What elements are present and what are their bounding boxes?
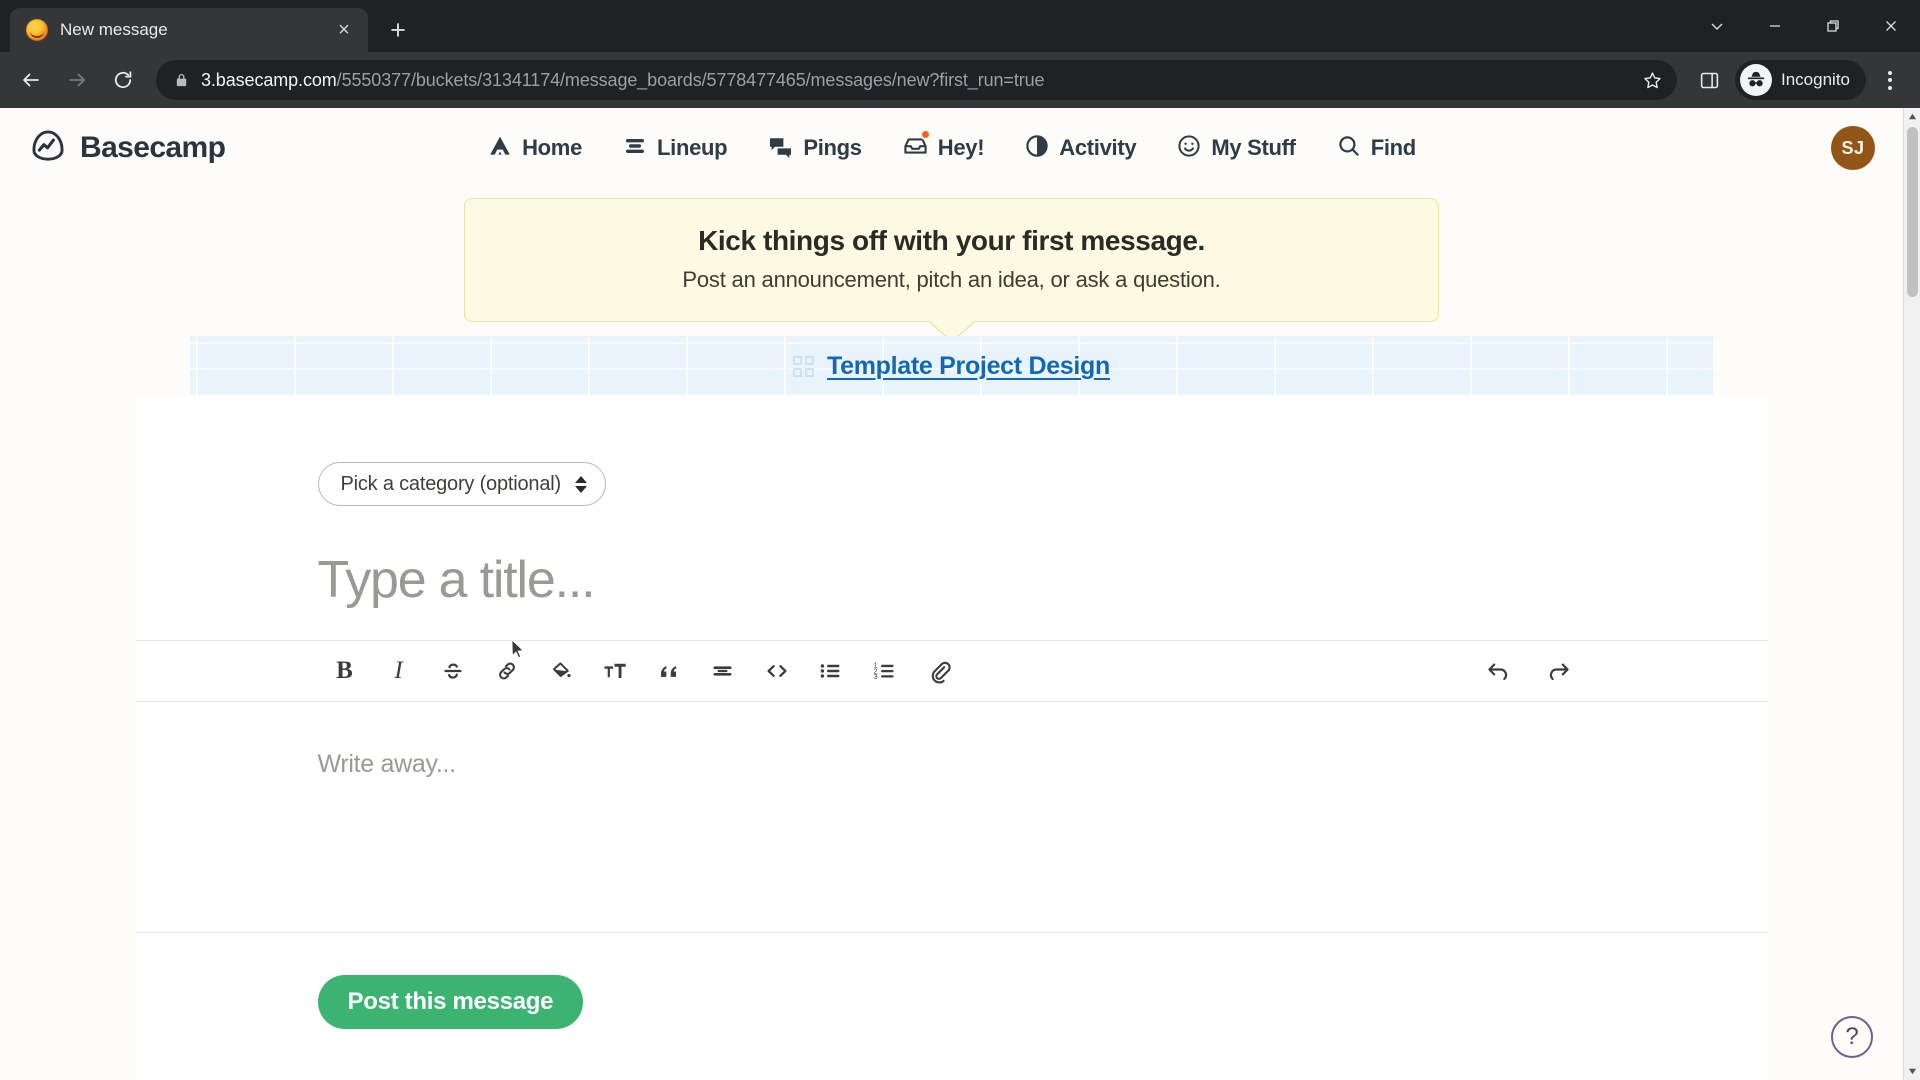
composer-header: Pick a category (optional) Type a title.… xyxy=(136,396,1768,640)
undo-button[interactable] xyxy=(1472,647,1526,695)
italic-button[interactable]: I xyxy=(372,647,426,695)
first-message-callout: Kick things off with your first message.… xyxy=(464,198,1439,322)
callout-subtitle: Post an announcement, pitch an idea, or … xyxy=(682,267,1221,292)
help-button[interactable]: ? xyxy=(1831,1016,1873,1058)
browser-tab[interactable]: New message × xyxy=(10,8,368,52)
strikethrough-button[interactable] xyxy=(426,647,480,695)
lineup-bars-icon xyxy=(622,133,648,164)
category-select-label: Pick a category (optional) xyxy=(340,472,562,495)
composer-footer: Post this message xyxy=(135,932,1768,1069)
hey-notification-badge xyxy=(919,128,931,140)
heading-button[interactable] xyxy=(588,647,642,695)
nav-item-my-stuff[interactable]: My Stuff xyxy=(1174,127,1297,170)
profile-chip[interactable]: Incognito xyxy=(1735,60,1866,100)
scrollbar-thumb[interactable] xyxy=(1906,127,1918,297)
address-bar[interactable]: 3.basecamp.com/5550377/buckets/31341174/… xyxy=(156,60,1677,100)
window-controls xyxy=(1688,0,1920,52)
search-icon xyxy=(1336,133,1362,164)
nav-item-find[interactable]: Find xyxy=(1334,127,1418,170)
url-text: 3.basecamp.com/5550377/buckets/31341174/… xyxy=(201,70,1630,91)
app-navbar: Basecamp Home Lineup Pings Hey! Activity… xyxy=(0,108,1903,188)
body-input[interactable]: Write away... xyxy=(136,702,1768,912)
category-select[interactable]: Pick a category (optional) xyxy=(317,462,606,506)
new-tab-button[interactable]: + xyxy=(378,10,418,50)
tab-title: New message xyxy=(60,20,168,39)
composer-wrap: Pick a category (optional) Type a title.… xyxy=(0,396,1903,1080)
body-placeholder: Write away... xyxy=(317,750,457,778)
nav-item-home[interactable]: Home xyxy=(485,127,584,170)
attach-button[interactable] xyxy=(912,647,966,695)
nav-item-label: Activity xyxy=(1059,135,1137,160)
nav-item-label: Hey! xyxy=(937,135,985,160)
up-down-stepper-icon xyxy=(574,475,587,493)
app-nav-items: Home Lineup Pings Hey! Activity My Stuff… xyxy=(0,127,1903,170)
divider-button[interactable] xyxy=(696,647,750,695)
avatar[interactable]: SJ xyxy=(1831,126,1875,170)
first-message-callout-wrap: Kick things off with your first message.… xyxy=(0,198,1903,322)
editor-toolbar: B I 1 2 3 xyxy=(135,640,1768,702)
grid-squares-icon xyxy=(793,355,814,377)
basecamp-favicon-icon xyxy=(26,19,48,41)
nav-item-activity[interactable]: Activity xyxy=(1022,127,1138,170)
half-circle-icon xyxy=(1024,133,1050,164)
star-icon[interactable] xyxy=(1642,70,1663,91)
bold-button[interactable]: B xyxy=(318,647,372,695)
band-fade-right xyxy=(1713,336,1903,396)
post-message-button[interactable]: Post this message xyxy=(317,975,584,1029)
numbered-list-button[interactable]: 1 2 3 xyxy=(858,647,912,695)
basecamp-logo-icon xyxy=(28,126,68,171)
message-composer: Pick a category (optional) Type a title.… xyxy=(135,396,1768,1080)
reload-button[interactable] xyxy=(102,59,144,101)
close-window-icon[interactable] xyxy=(1862,0,1920,52)
nav-item-pings[interactable]: Pings xyxy=(765,127,863,170)
project-link[interactable]: Template Project Design xyxy=(793,352,1110,381)
incognito-icon xyxy=(1740,64,1772,96)
project-header-band: Template Project Design xyxy=(0,336,1903,396)
project-name: Template Project Design xyxy=(827,351,1110,380)
lock-icon xyxy=(174,73,189,88)
nav-item-label: Pings xyxy=(803,135,862,160)
close-tab-icon[interactable]: × xyxy=(330,16,358,44)
highlight-button[interactable] xyxy=(534,647,588,695)
band-fade-left xyxy=(0,336,190,396)
page-scrollbar[interactable] xyxy=(1903,108,1920,1080)
link-button[interactable] xyxy=(480,647,534,695)
back-button[interactable] xyxy=(10,59,52,101)
tab-strip: New message × + xyxy=(0,0,1920,52)
title-input[interactable]: Type a title... xyxy=(318,550,1768,640)
nav-item-hey[interactable]: Hey! xyxy=(900,127,987,170)
callout-title: Kick things off with your first message. xyxy=(698,225,1205,256)
page-viewport: Basecamp Home Lineup Pings Hey! Activity… xyxy=(0,108,1920,1080)
chat-bubbles-icon xyxy=(767,133,794,164)
url-path: /5550377/buckets/31341174/message_boards… xyxy=(336,69,1045,90)
svg-text:3: 3 xyxy=(873,672,877,681)
browser-window: New message × + 3.basecamp.com/5550377/b… xyxy=(0,0,1920,1080)
tab-search-icon[interactable] xyxy=(1688,0,1746,52)
basecamp-logo[interactable]: Basecamp xyxy=(28,126,226,171)
nav-item-label: Find xyxy=(1370,135,1417,160)
profile-label: Incognito xyxy=(1781,70,1850,89)
code-button[interactable] xyxy=(750,647,804,695)
bullet-list-button[interactable] xyxy=(804,647,858,695)
nav-item-lineup[interactable]: Lineup xyxy=(620,127,729,170)
maximize-window-icon[interactable] xyxy=(1804,0,1862,52)
basecamp-page: Basecamp Home Lineup Pings Hey! Activity… xyxy=(0,108,1903,1080)
nav-item-label: Home xyxy=(522,135,583,160)
nav-item-label: Lineup xyxy=(657,135,728,160)
minimize-window-icon[interactable] xyxy=(1746,0,1804,52)
editor-history-group xyxy=(1472,647,1586,695)
scroll-down-icon[interactable] xyxy=(1908,1063,1917,1080)
brand-name: Basecamp xyxy=(80,131,226,164)
tent-home-icon xyxy=(487,133,513,164)
scroll-up-icon[interactable] xyxy=(1908,108,1917,125)
nav-item-label: My Stuff xyxy=(1211,135,1296,160)
browser-toolbar: 3.basecamp.com/5550377/buckets/31341174/… xyxy=(0,52,1920,108)
smiley-face-icon xyxy=(1176,133,1202,164)
redo-button[interactable] xyxy=(1532,647,1586,695)
browser-menu-icon[interactable] xyxy=(1870,60,1910,100)
forward-button[interactable] xyxy=(56,59,98,101)
side-panel-icon[interactable] xyxy=(1689,60,1729,100)
url-host: 3.basecamp.com xyxy=(201,69,337,90)
quote-button[interactable] xyxy=(642,647,696,695)
